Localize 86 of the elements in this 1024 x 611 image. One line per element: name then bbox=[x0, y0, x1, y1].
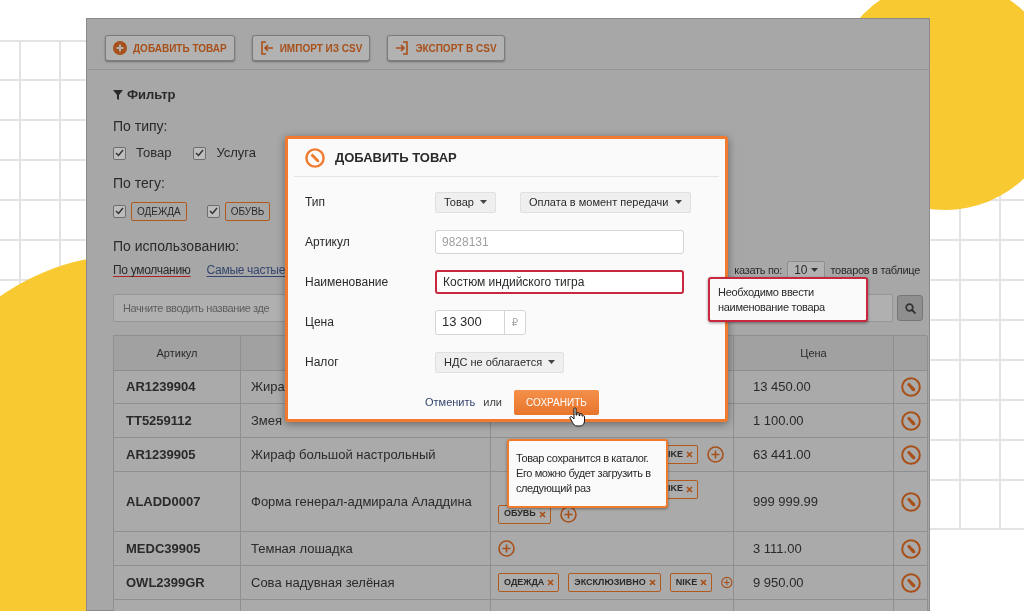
tag-label: IKE bbox=[668, 447, 683, 461]
plus-circle-icon bbox=[113, 41, 127, 55]
checkbox[interactable] bbox=[113, 146, 126, 160]
tag: ОБУВЬ bbox=[224, 201, 271, 221]
field-label: Тип bbox=[304, 194, 326, 211]
table-cell-text: Темная лошадка bbox=[251, 539, 353, 558]
price-field[interactable]: 13 300 ₽ bbox=[435, 309, 526, 335]
check-icon bbox=[115, 207, 124, 215]
arrow-into-bracket-icon bbox=[259, 41, 274, 55]
close-icon bbox=[686, 451, 693, 458]
table-cell-text: 13 450.00 bbox=[753, 378, 811, 397]
table-cell-text: Жира bbox=[251, 378, 285, 397]
sort-link[interactable]: Самые частые bbox=[206, 261, 286, 279]
check-icon bbox=[208, 207, 218, 215]
table-cell-text: Змея bbox=[251, 411, 283, 430]
text-field[interactable]: Костюм индийского тигра bbox=[435, 270, 684, 294]
table-cell-text: AR1239904 bbox=[126, 378, 196, 397]
search-icon bbox=[904, 302, 916, 314]
table-cell-text: 999 999.99 bbox=[753, 492, 819, 511]
arrow-into-bracket-icon bbox=[395, 41, 410, 55]
tag-label: NIKE bbox=[675, 575, 698, 589]
tag: ОДЕЖДА bbox=[131, 201, 187, 221]
column-header: Цена bbox=[734, 336, 894, 371]
page-size-label: казать по: bbox=[734, 262, 783, 278]
caret-icon bbox=[811, 268, 819, 272]
close-icon bbox=[686, 485, 693, 493]
edit-icon[interactable] bbox=[900, 491, 921, 512]
field-label: Артикул bbox=[304, 234, 351, 251]
filter-title: Фильтр bbox=[127, 86, 176, 105]
currency-unit: ₽ bbox=[504, 310, 525, 334]
or-label: или bbox=[483, 394, 502, 410]
close-icon bbox=[700, 579, 708, 586]
check-icon bbox=[115, 149, 124, 157]
table-cell-text: OWL2399GR bbox=[126, 573, 205, 592]
caret-icon bbox=[674, 200, 682, 204]
table-cell-text: Жираф большой настрольный bbox=[251, 445, 436, 464]
field-label: Наименование bbox=[304, 274, 390, 291]
tag-label: ОБУВЬ bbox=[504, 507, 536, 521]
table-cell-text: TT5259112 bbox=[126, 411, 192, 430]
close-icon bbox=[648, 579, 656, 586]
table-cell-text: ALADD0007 bbox=[126, 492, 201, 511]
edit-icon[interactable] bbox=[900, 572, 921, 593]
tooltip-text: Товар сохранится в каталог. Его можно будет загрузить в следующий раз bbox=[516, 451, 652, 496]
filter-label: По тегу: bbox=[113, 173, 165, 193]
search-button[interactable] bbox=[897, 295, 923, 321]
column-header: Артикул bbox=[114, 336, 241, 371]
tooltip-text: Необходимо ввести наименование товара bbox=[718, 285, 826, 315]
edit-icon[interactable] bbox=[900, 410, 921, 431]
table-cell-text: 63 441.00 bbox=[753, 445, 811, 464]
checkbox[interactable] bbox=[113, 204, 126, 218]
field-label: Налог bbox=[304, 354, 340, 371]
table-cell-text: 9 950.00 bbox=[753, 573, 804, 592]
checkbox[interactable] bbox=[193, 146, 207, 160]
page-size-label: товаров в таблице bbox=[830, 262, 920, 278]
tag-label: IKE bbox=[668, 482, 683, 496]
check-icon bbox=[195, 149, 205, 157]
checkbox[interactable] bbox=[206, 204, 220, 218]
edit-icon[interactable] bbox=[900, 444, 921, 465]
caret-icon bbox=[479, 200, 487, 204]
table-cell-text: Форма генерал-адмирала Аладдина bbox=[251, 492, 472, 511]
table-cell-text: AR1239905 bbox=[126, 445, 196, 464]
edit-icon[interactable] bbox=[900, 377, 921, 397]
close-icon bbox=[538, 510, 546, 518]
dropdown[interactable]: НДС не облагается bbox=[435, 351, 565, 373]
cancel-link[interactable]: Отменить bbox=[425, 393, 476, 411]
pencil-circle-icon bbox=[305, 147, 325, 168]
close-icon bbox=[547, 579, 555, 586]
edit-icon[interactable] bbox=[900, 538, 921, 559]
filter-label: По использованию: bbox=[113, 236, 240, 256]
table-cell-text: 1 100.00 bbox=[753, 411, 804, 430]
checkbox-label: Услуга bbox=[216, 144, 257, 163]
dropdown[interactable]: Оплата в момент передачи bbox=[519, 191, 691, 213]
tag-label: ЭКСКЛЮЗИВНО bbox=[574, 575, 646, 589]
filter-label: По типу: bbox=[113, 116, 168, 136]
tag-label: ОДЕЖДА bbox=[504, 575, 545, 589]
filter-icon bbox=[113, 90, 123, 100]
dropdown[interactable]: Товар bbox=[435, 191, 496, 213]
table-cell-text: MEDC39905 bbox=[126, 539, 201, 558]
text-field[interactable]: 9828131 bbox=[435, 230, 684, 254]
checkbox-label: Товар bbox=[136, 144, 172, 163]
table-cell-text: 3 111.00 bbox=[753, 539, 802, 558]
sort-link[interactable]: По умолчанию bbox=[113, 261, 191, 279]
dialog-title: ДОБАВИТЬ ТОВАР bbox=[335, 148, 457, 167]
caret-icon bbox=[548, 360, 556, 364]
table-cell-text: Сова надувная зелёная bbox=[251, 573, 395, 592]
field-label: Цена bbox=[304, 314, 335, 331]
